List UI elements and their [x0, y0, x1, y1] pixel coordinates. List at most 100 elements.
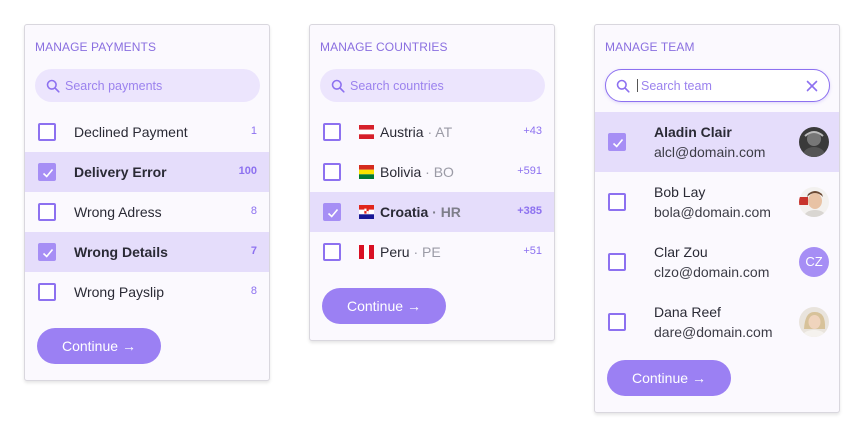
- checkbox[interactable]: [608, 313, 626, 331]
- dial-code: +51: [523, 245, 542, 257]
- separator: ·: [432, 204, 437, 220]
- avatar: [799, 307, 829, 337]
- peru-flag-icon: [359, 245, 374, 259]
- list-item-delivery-error[interactable]: Delivery Error 100: [25, 152, 269, 192]
- list-item-peru[interactable]: Peru · PE +51: [310, 232, 554, 272]
- search-team-input[interactable]: Search team: [605, 69, 830, 102]
- manage-countries-card: MANAGE COUNTRIES Search countries Austri…: [309, 24, 555, 341]
- item-label: Wrong Details: [74, 244, 168, 260]
- member-name: Aladin Clair: [654, 124, 732, 140]
- checkbox[interactable]: [608, 253, 626, 271]
- member-email: dare@domain.com: [654, 324, 773, 340]
- search-icon: [616, 79, 630, 93]
- member-name: Dana Reef: [654, 304, 721, 320]
- member-email: clzo@domain.com: [654, 264, 770, 280]
- list-item-wrong-details[interactable]: Wrong Details 7: [25, 232, 269, 272]
- checkmark-icon: [612, 138, 624, 148]
- continue-button[interactable]: Continue →: [37, 328, 161, 364]
- country-label: Bolivia · BO: [380, 164, 454, 180]
- card-title: MANAGE COUNTRIES: [320, 40, 448, 54]
- item-count: 8: [250, 285, 257, 297]
- list-item-aladin-clair[interactable]: Aladin Clair alcl@domain.com: [595, 112, 839, 172]
- close-icon[interactable]: [805, 79, 819, 93]
- list-item-bob-lay[interactable]: Bob Lay bola@domain.com: [595, 172, 839, 232]
- manage-payments-card: MANAGE PAYMENTS Search payments Declined…: [24, 24, 270, 381]
- dial-code: +43: [523, 125, 542, 137]
- member-name: Clar Zou: [654, 244, 708, 260]
- country-label: Austria · AT: [380, 124, 452, 140]
- arrow-right-icon: →: [692, 370, 707, 386]
- checkbox[interactable]: [38, 283, 56, 301]
- separator: ·: [425, 164, 430, 180]
- arrow-right-icon: →: [407, 298, 422, 314]
- bolivia-flag-icon: [359, 165, 374, 179]
- search-payments-input[interactable]: Search payments: [35, 69, 260, 102]
- list-item-bolivia[interactable]: Bolivia · BO +591: [310, 152, 554, 192]
- country-name: Bolivia: [380, 164, 422, 180]
- checkbox[interactable]: [323, 163, 341, 181]
- search-icon: [46, 79, 60, 93]
- item-count: 1: [250, 125, 257, 137]
- dial-code: +385: [517, 205, 542, 217]
- checkbox[interactable]: [608, 193, 626, 211]
- country-code: AT: [435, 124, 453, 140]
- separator: ·: [427, 124, 433, 140]
- card-title: MANAGE PAYMENTS: [35, 40, 157, 54]
- croatia-flag-icon: [359, 205, 374, 219]
- checkbox[interactable]: [323, 123, 341, 141]
- text-caret: [637, 79, 638, 92]
- search-icon: [331, 79, 345, 93]
- country-code: BO: [433, 164, 454, 180]
- button-label: Continue: [346, 298, 404, 314]
- list-item-austria[interactable]: Austria · AT +43: [310, 112, 554, 152]
- checkmark-icon: [42, 248, 54, 258]
- list-item-clar-zou[interactable]: Clar Zou clzo@domain.com CZ: [595, 232, 839, 292]
- continue-button[interactable]: Continue →: [322, 288, 446, 324]
- checkbox-checked[interactable]: [38, 163, 56, 181]
- checkbox-checked[interactable]: [38, 243, 56, 261]
- country-label: Peru · PE: [380, 244, 441, 260]
- member-email: alcl@domain.com: [654, 144, 766, 160]
- arrow-right-icon: →: [122, 338, 137, 354]
- checkbox[interactable]: [38, 203, 56, 221]
- item-count: 8: [250, 205, 257, 217]
- checkbox[interactable]: [38, 123, 56, 141]
- avatar: CZ: [799, 247, 829, 277]
- country-label: Croatia · HR: [380, 204, 461, 220]
- manage-team-card: MANAGE TEAM Search team Aladin Clair alc…: [594, 24, 840, 413]
- country-code: PE: [422, 244, 441, 260]
- list-item-dana-reef[interactable]: Dana Reef dare@domain.com: [595, 292, 839, 352]
- search-placeholder: Search countries: [350, 79, 444, 93]
- item-label: Wrong Adress: [74, 204, 162, 220]
- search-countries-input[interactable]: Search countries: [320, 69, 545, 102]
- country-name: Peru: [380, 244, 410, 260]
- member-name: Bob Lay: [654, 184, 706, 200]
- austria-flag-icon: [359, 125, 374, 139]
- card-title: MANAGE TEAM: [605, 40, 695, 54]
- button-label: Continue: [631, 370, 689, 386]
- avatar: [799, 187, 829, 217]
- item-label: Wrong Payslip: [74, 284, 165, 300]
- checkbox-checked[interactable]: [323, 203, 341, 221]
- checkmark-icon: [42, 168, 54, 178]
- checkmark-icon: [327, 208, 339, 218]
- dial-code: +591: [517, 165, 542, 177]
- list-item-wrong-payslip[interactable]: Wrong Payslip 8: [25, 272, 269, 312]
- separator: ·: [413, 244, 419, 260]
- list-item-declined-payment[interactable]: Declined Payment 1: [25, 112, 269, 152]
- country-name: Austria: [380, 124, 424, 140]
- item-count: 100: [238, 165, 257, 177]
- item-count: 7: [250, 245, 257, 257]
- member-email: bola@domain.com: [654, 204, 771, 220]
- country-code: HR: [440, 204, 461, 220]
- continue-button[interactable]: Continue →: [607, 360, 731, 396]
- checkbox-checked[interactable]: [608, 133, 626, 151]
- button-label: Continue: [61, 338, 119, 354]
- avatar: [799, 127, 829, 157]
- item-label: Delivery Error: [74, 164, 167, 180]
- search-placeholder: Search team: [641, 79, 712, 93]
- search-placeholder: Search payments: [65, 79, 163, 93]
- list-item-wrong-adress[interactable]: Wrong Adress 8: [25, 192, 269, 232]
- checkbox[interactable]: [323, 243, 341, 261]
- list-item-croatia[interactable]: Croatia · HR +385: [310, 192, 554, 232]
